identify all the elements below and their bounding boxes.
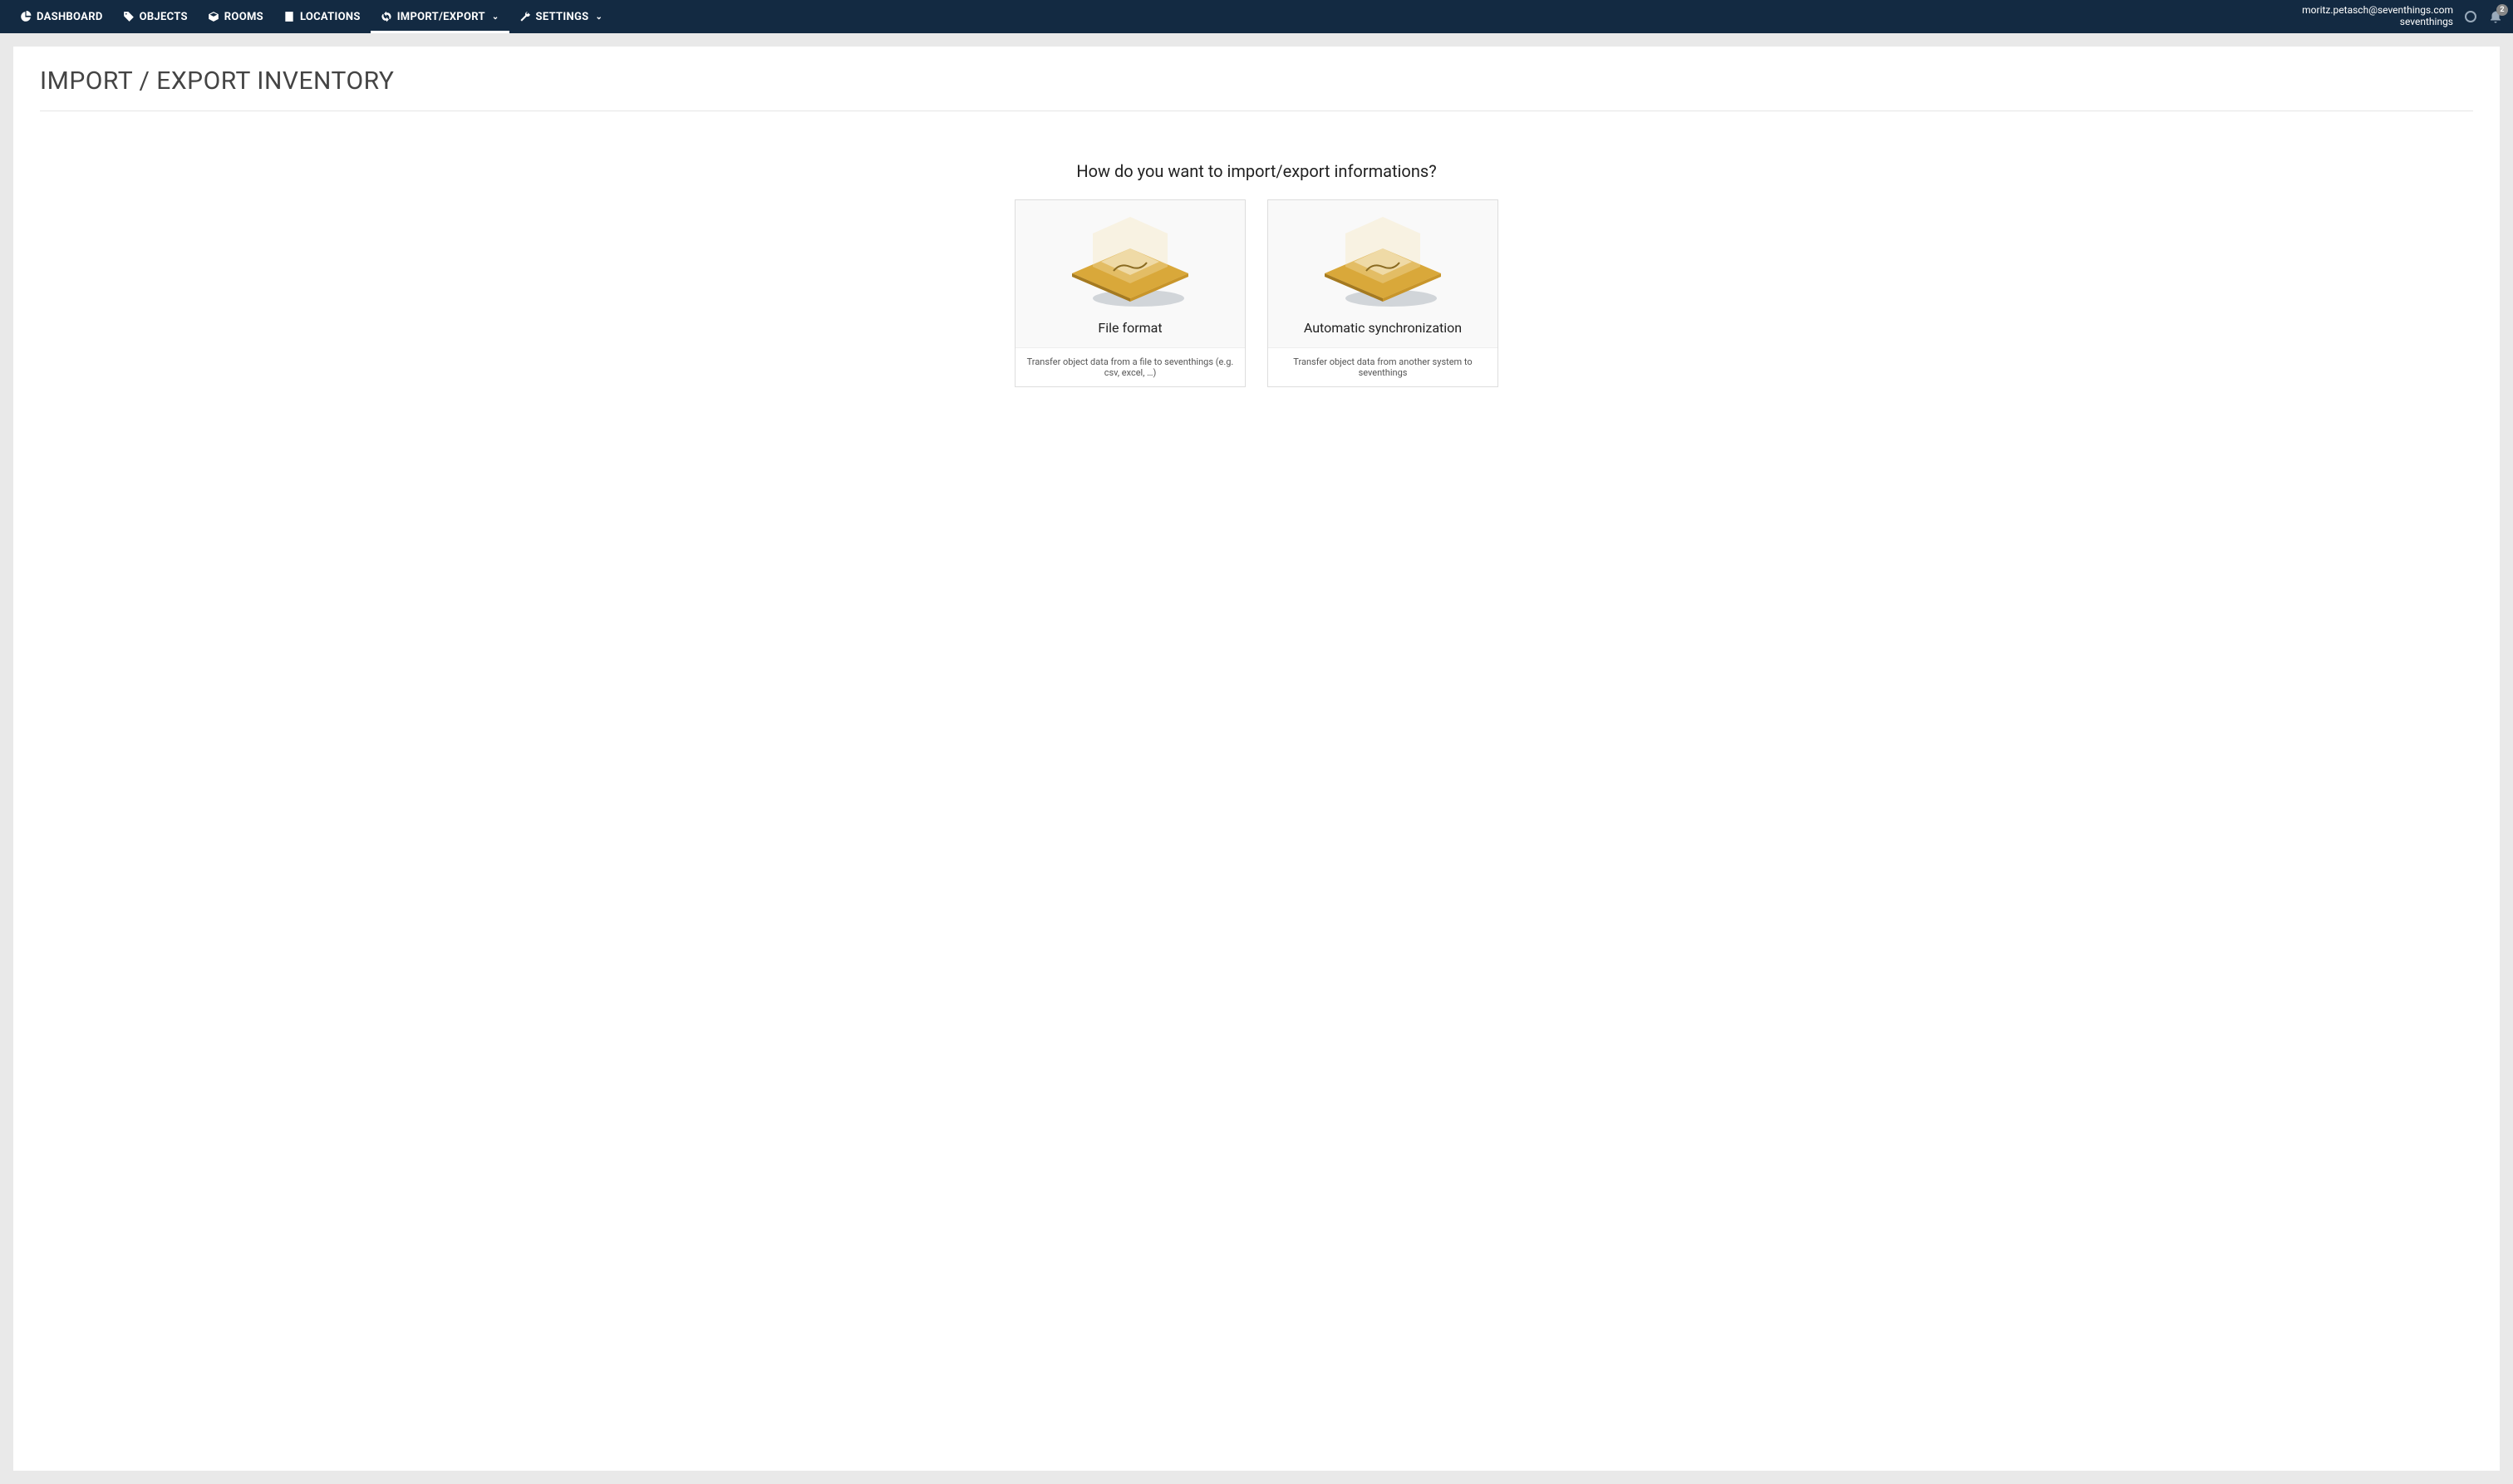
chevron-down-icon: ⌄ bbox=[492, 12, 499, 22]
import-export-question: How do you want to import/export informa… bbox=[40, 161, 2473, 181]
box-icon bbox=[208, 11, 219, 22]
nav-left: DASHBOARD OBJECTS ROOMS LOCATIONS IMPORT bbox=[10, 0, 612, 33]
page-content: IMPORT / EXPORT INVENTORY How do you wan… bbox=[13, 47, 2500, 1471]
puzzle-illustration-icon bbox=[1047, 200, 1213, 317]
card-description: Transfer object data from a file to seve… bbox=[1016, 348, 1245, 386]
notifications-button[interactable]: 2 bbox=[2488, 9, 2503, 24]
nav-locations[interactable]: LOCATIONS bbox=[273, 0, 371, 33]
user-org: seventhings bbox=[2302, 17, 2453, 28]
nav-label: OBJECTS bbox=[140, 11, 188, 23]
nav-label: SETTINGS bbox=[536, 11, 589, 23]
pie-chart-icon bbox=[20, 11, 32, 22]
card-description: Transfer object data from another system… bbox=[1268, 348, 1497, 386]
wrench-icon bbox=[519, 11, 531, 22]
card-top: Automatic synchronization bbox=[1268, 200, 1497, 348]
page-title: IMPORT / EXPORT INVENTORY bbox=[40, 66, 2473, 111]
option-cards: File format Transfer object data from a … bbox=[40, 199, 2473, 387]
status-indicator-icon[interactable] bbox=[2465, 11, 2476, 22]
building-icon bbox=[283, 11, 295, 22]
user-block[interactable]: moritz.petasch@seventhings.com seventhin… bbox=[2302, 5, 2453, 28]
user-email: moritz.petasch@seventhings.com bbox=[2302, 5, 2453, 17]
card-top: File format bbox=[1016, 200, 1245, 348]
card-auto-sync[interactable]: Automatic synchronization Transfer objec… bbox=[1267, 199, 1498, 387]
card-file-format[interactable]: File format Transfer object data from a … bbox=[1015, 199, 1246, 387]
nav-rooms[interactable]: ROOMS bbox=[198, 0, 273, 33]
puzzle-illustration-icon bbox=[1300, 200, 1466, 317]
nav-label: IMPORT/EXPORT bbox=[397, 11, 485, 23]
topnav: DASHBOARD OBJECTS ROOMS LOCATIONS IMPORT bbox=[0, 0, 2513, 33]
nav-settings[interactable]: SETTINGS ⌄ bbox=[509, 0, 613, 33]
nav-dashboard[interactable]: DASHBOARD bbox=[10, 0, 113, 33]
nav-objects[interactable]: OBJECTS bbox=[113, 0, 198, 33]
sync-icon bbox=[381, 11, 392, 22]
chevron-down-icon: ⌄ bbox=[595, 12, 602, 22]
tag-icon bbox=[123, 11, 135, 22]
card-title: File format bbox=[1098, 320, 1162, 336]
notification-badge: 2 bbox=[2496, 4, 2508, 16]
nav-label: DASHBOARD bbox=[37, 11, 103, 23]
nav-right: moritz.petasch@seventhings.com seventhin… bbox=[2302, 5, 2503, 28]
nav-import-export[interactable]: IMPORT/EXPORT ⌄ bbox=[371, 0, 509, 33]
card-title: Automatic synchronization bbox=[1304, 320, 1462, 336]
nav-label: ROOMS bbox=[224, 11, 263, 23]
nav-label: LOCATIONS bbox=[300, 11, 361, 23]
